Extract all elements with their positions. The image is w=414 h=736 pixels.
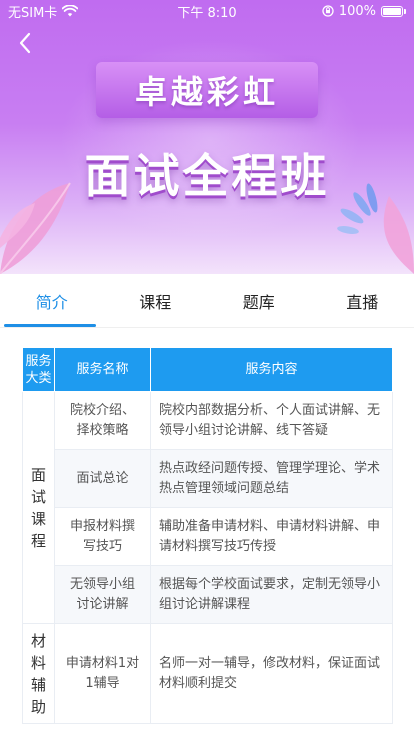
battery-percent: 100% [338,3,376,19]
service-content-cell: 根据每个学校面试要求，定制无领导小组讨论讲解课程 [150,565,393,624]
table-row: 面试总论 热点政经问题传授、管理学理论、学术热点管理领域问题总结 [23,449,393,508]
header-service-category: 服务大类 [22,347,55,392]
tab-question-bank[interactable]: 题库 [207,274,311,327]
category-label: 面试课程 [30,465,46,550]
service-table: 服务大类 服务名称 服务内容 面试课程 院校介绍、择校策略 院校内部数据分析、个… [22,347,393,724]
chevron-left-icon [19,32,31,54]
orientation-lock-icon [322,5,334,17]
hero-banner-ribbon: 卓越彩虹 [96,62,318,118]
tab-courses[interactable]: 课程 [104,274,208,327]
table-row: 申报材料撰写技巧 辅助准备申请材料、申请材料讲解、申请材料撰写技巧传授 [23,507,393,566]
table-row: 面试课程 院校介绍、择校策略 院校内部数据分析、个人面试讲解、无领导小组讨论讲解… [22,391,393,624]
header-service-content: 服务内容 [150,347,393,392]
battery-icon [381,5,406,17]
service-content-cell: 热点政经问题传授、管理学理论、学术热点管理领域问题总结 [150,449,393,508]
service-name-cell: 申请材料1对1辅导 [54,623,151,724]
hero-banner-text: 卓越彩虹 [134,73,279,111]
course-tabs: 简介 课程 题库 直播 [0,274,414,328]
header-service-name: 服务名称 [54,347,151,392]
course-hero-banner: 无SIM卡 下午 8:10 100% 卓越彩虹 面试全程班 [0,0,414,274]
tab-intro[interactable]: 简介 [0,274,104,327]
carrier-label: 无SIM卡 [8,5,58,21]
category-cell: 面试课程 [22,391,55,624]
status-time: 下午 8:10 [177,5,237,21]
table-row: 材料辅助 申请材料1对1辅导 名师一对一辅导，修改材料，保证面试材料顺利提交 [22,623,393,724]
table-header-row: 服务大类 服务名称 服务内容 [22,347,393,392]
service-content-cell: 名师一对一辅导，修改材料，保证面试材料顺利提交 [150,623,393,724]
wifi-icon [62,5,79,17]
status-bar: 无SIM卡 下午 8:10 100% [0,0,414,22]
service-name-cell: 面试总论 [54,449,151,508]
service-name-cell: 院校介绍、择校策略 [54,391,151,450]
category-label: 材料辅助 [30,631,46,716]
service-content-cell: 院校内部数据分析、个人面试讲解、无领导小组讨论讲解、线下答疑 [150,391,393,450]
service-content-cell: 辅助准备申请材料、申请材料讲解、申请材料撰写技巧传授 [150,507,393,566]
service-name-cell: 无领导小组讨论讲解 [54,565,151,624]
tab-live[interactable]: 直播 [311,274,414,327]
table-row: 无领导小组讨论讲解 根据每个学校面试要求，定制无领导小组讨论讲解课程 [23,565,393,624]
service-table-container: 服务大类 服务名称 服务内容 面试课程 院校介绍、择校策略 院校内部数据分析、个… [22,347,393,724]
back-button[interactable] [10,28,40,58]
category-cell: 材料辅助 [22,623,55,724]
service-name-cell: 申报材料撰写技巧 [54,507,151,566]
hero-course-title: 面试全程班 [84,149,330,203]
